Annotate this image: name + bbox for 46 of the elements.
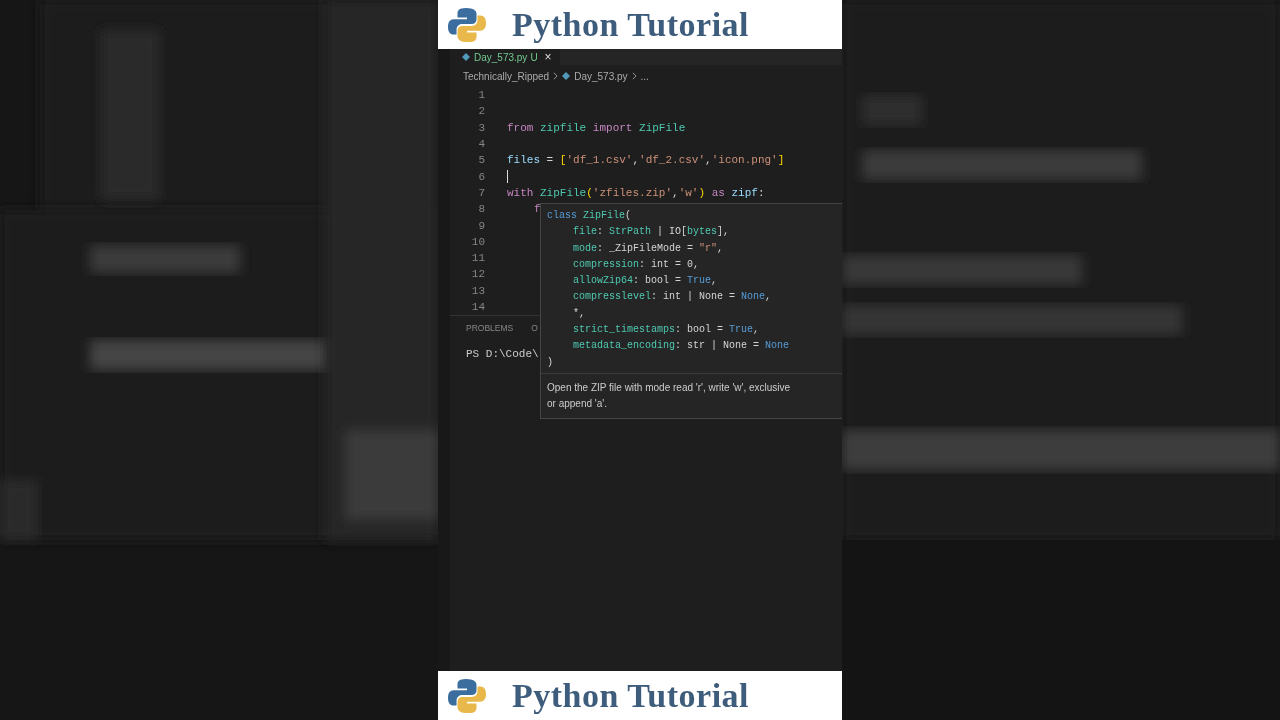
code-line: f (534, 203, 541, 216)
line-number: 5 (477, 154, 485, 167)
python-logo-icon (448, 676, 486, 715)
breadcrumb-item[interactable]: Day_573.py (574, 70, 628, 82)
line-number: 1 (477, 89, 485, 102)
python-file-icon (462, 53, 470, 61)
editor-tab[interactable]: Day_573.py U × (450, 49, 560, 65)
panel-tab[interactable]: PROBLEMS (466, 323, 514, 334)
line-number: 2 (477, 105, 485, 118)
line-number: 4 (477, 138, 485, 151)
line-number: 3 (477, 121, 485, 134)
signature-line: mode: _ZipFileMode = "r", (573, 241, 724, 256)
breadcrumb-item[interactable]: ... (640, 70, 649, 82)
signature-line: strict_timestamps: bool = True, (573, 323, 760, 338)
breadcrumb-item[interactable]: Technically_Ripped (463, 70, 550, 82)
code-line: from zipfile import ZipFile (507, 121, 686, 134)
signature-line: compresslevel: int | None = None, (573, 290, 772, 305)
panel-tab[interactable]: O (531, 323, 538, 334)
signature-line: compression: int = 0, (573, 257, 700, 272)
line-number: 7 (477, 186, 485, 199)
line-number: 8 (477, 203, 485, 216)
line-number: 12 (470, 268, 485, 281)
signature-line: allowZip64: bool = True, (573, 274, 718, 289)
signature-line: ) (547, 355, 553, 370)
line-number: 13 (470, 284, 485, 297)
signature-line: class ZipFile( (547, 209, 632, 223)
terminal-line: PS D:\Code\ (466, 348, 540, 361)
line-number: 14 (470, 301, 485, 313)
close-icon[interactable]: × (544, 50, 552, 64)
hover-description: or append 'a'. (547, 396, 607, 411)
code-line: with ZipFile('zfiles.zip','w') as zipf: (507, 186, 765, 199)
signature-line: file: StrPath | IO[bytes], (573, 225, 730, 240)
chevron-icon (631, 72, 637, 80)
chevron-icon (553, 72, 559, 80)
line-number: 10 (470, 235, 485, 248)
line-number: 11 (470, 252, 485, 265)
python-file-icon (562, 72, 571, 80)
line-number: 9 (477, 219, 485, 232)
line-number: 6 (477, 170, 485, 183)
hover-description: Open the ZIP file with mode read 'r', write 'w', exclusive (547, 380, 791, 395)
banner-title: Python Tutorial (512, 676, 750, 715)
code-line: files = ['df_1.csv','df_2.csv','icon.png'] (507, 154, 785, 167)
python-logo-icon (448, 5, 486, 44)
banner-title: Python Tutorial (512, 5, 750, 44)
signature-line: metadata_encoding: str | None = None (573, 339, 790, 354)
signature-line: *, (573, 306, 585, 321)
